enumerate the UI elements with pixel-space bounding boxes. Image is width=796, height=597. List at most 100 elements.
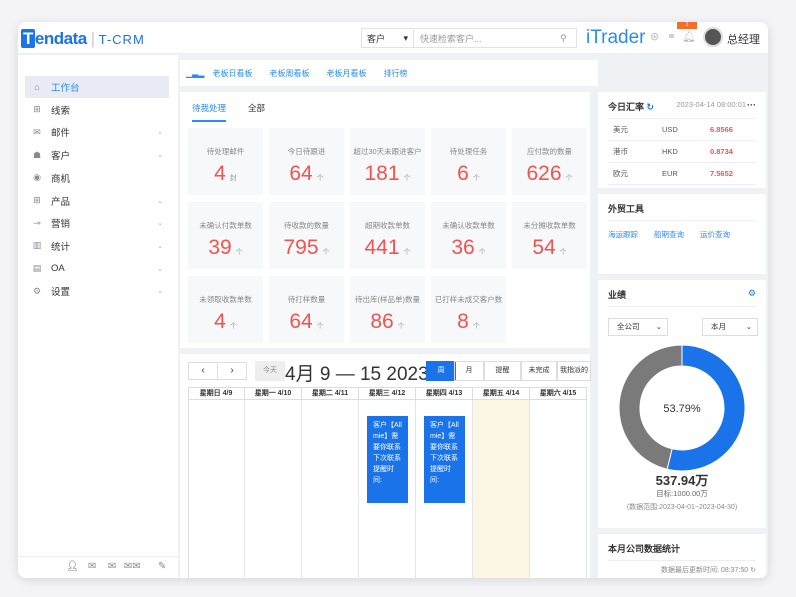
stat-value: 441 bbox=[364, 236, 400, 259]
stat-label: 待收款的数量 bbox=[284, 221, 329, 230]
sidebar-item-1[interactable]: ⊞ 线索 bbox=[25, 99, 169, 121]
tab-ranking[interactable]: 排行榜 bbox=[383, 68, 407, 79]
sidebar-item-5[interactable]: ⊞ 产品 ⌄ bbox=[25, 190, 169, 212]
calendar-event[interactable]: 客户【Allmie】需要你联系 下次联系提醒时间: bbox=[367, 416, 408, 503]
user-icon[interactable]: 👤︎ bbox=[66, 561, 79, 572]
sidebar-item-label: OA bbox=[51, 263, 65, 275]
tool-link-shipping-track[interactable]: 海运跟踪 bbox=[608, 229, 638, 240]
stat-card[interactable]: 待收款的数量 795 个 bbox=[269, 202, 344, 269]
sidebar-item-9[interactable]: ⚙ 设置 ⌄ bbox=[25, 280, 169, 302]
stat-label: 待打样数量 bbox=[287, 295, 326, 304]
day-column[interactable] bbox=[473, 400, 530, 578]
avatar[interactable] bbox=[703, 27, 723, 47]
stat-label: 超期收款单数 bbox=[365, 221, 410, 230]
tab-my-pending[interactable]: 待我处理 bbox=[192, 102, 227, 122]
today-button[interactable]: 今天 bbox=[255, 361, 285, 381]
opportunity-icon: ◉ bbox=[33, 172, 41, 183]
stat-card[interactable]: 未分摊收款单数 54 个 bbox=[512, 202, 587, 269]
stat-label: 未确认收款单数 bbox=[442, 221, 495, 230]
performance-amount: 537.94万 bbox=[655, 473, 709, 488]
stat-card[interactable]: 待处理邮件 4 封 bbox=[188, 128, 263, 195]
day-header: 星期二 4/11 bbox=[302, 387, 359, 400]
tool-link-schedule[interactable]: 船期查询 bbox=[654, 229, 684, 240]
chevron-down-icon: ⌄ bbox=[655, 322, 662, 331]
chevron-down-icon: ⌄ bbox=[157, 197, 163, 205]
day-column[interactable] bbox=[530, 400, 587, 578]
sidebar-item-4[interactable]: ◉ 商机 bbox=[25, 167, 169, 189]
view-button[interactable]: 月 bbox=[454, 361, 484, 381]
sidebar-item-7[interactable]: ▥ 统计 ⌄ bbox=[25, 235, 169, 257]
stat-card[interactable]: 应付款的数量 626 个 bbox=[512, 128, 587, 195]
inbox-icon[interactable]: ✉ bbox=[108, 561, 116, 572]
user-name[interactable]: 总经理 bbox=[727, 31, 760, 47]
view-button[interactable]: 我指派的 bbox=[557, 361, 591, 381]
brand-itrader[interactable]: iTrader bbox=[586, 27, 645, 49]
refresh-icon[interactable]: ↻ bbox=[647, 102, 655, 112]
sidebar-item-8[interactable]: ▤ OA ⌄ bbox=[25, 258, 169, 280]
search-scope-select[interactable]: 客户 ▾ bbox=[362, 29, 414, 47]
search-icon[interactable]: ⚲ bbox=[560, 33, 576, 44]
stat-label: 未领取收款单数 bbox=[199, 295, 252, 304]
stat-card[interactable]: 超过30天未跟进客户 181 个 bbox=[350, 128, 425, 195]
view-button[interactable]: 提醒 bbox=[484, 361, 521, 381]
day-column[interactable] bbox=[245, 400, 302, 578]
gear-icon[interactable]: ⚙ bbox=[748, 288, 756, 299]
stat-card[interactable]: 待打样数量 64 个 bbox=[269, 276, 344, 343]
rates-title: 今日汇率 bbox=[608, 102, 645, 112]
day-header: 星期一 4/10 bbox=[245, 387, 302, 400]
currency-rate: 7.5652 bbox=[710, 169, 733, 178]
calendar-event[interactable]: 客户【Allmie】需要你联系 下次联系提醒时间: bbox=[424, 416, 465, 503]
chevron-down-icon: ⌄ bbox=[745, 322, 752, 331]
link-icon[interactable]: ⚭ bbox=[667, 30, 676, 43]
stat-value: 8 bbox=[457, 310, 469, 333]
day-header: 星期日 4/9 bbox=[188, 387, 245, 400]
stat-card[interactable]: 待出库(样品单)数量 86 个 bbox=[350, 276, 425, 343]
header: Tendata | T-CRM 客户 ▾ 快速检索客户... ⚲ iTrader ⊛ … bbox=[18, 22, 768, 54]
sidebar-item-2[interactable]: ✉ 邮件 ⌄ bbox=[25, 121, 169, 143]
stat-card[interactable]: 已打样未成交客户数 8 个 bbox=[431, 276, 506, 343]
stat-label: 未分摊收款单数 bbox=[523, 221, 576, 230]
tab-all[interactable]: 全部 bbox=[248, 102, 265, 122]
marketing-icon: ⊸ bbox=[33, 217, 41, 228]
compose-mail-icon[interactable]: ✎ bbox=[158, 561, 166, 572]
stat-card[interactable]: 今日待跟进 64 个 bbox=[269, 128, 344, 195]
refresh-icon[interactable]: ↻ bbox=[750, 567, 756, 574]
stat-card[interactable]: 未领取收款单数 4 个 bbox=[188, 276, 263, 343]
sidebar: 👤︎ ✉ ✉ ✉✉ ✎ ⌂ 工作台 ⊞ 线索 ✉ 邮件 ⌄ ☗ 客户 ⌄ ◉ 商机 ⊞ 产品 ⌄ ⊸ 营销 ⌄ ▥ 统… bbox=[18, 55, 178, 578]
stat-unit: 个 bbox=[403, 175, 411, 182]
scope-value: 全公司 bbox=[617, 322, 640, 331]
search-input[interactable]: 快速检索客户... bbox=[414, 32, 560, 45]
app-window: Tendata | T-CRM 客户 ▾ 快速检索客户... ⚲ iTrader ⊛ … bbox=[18, 22, 768, 578]
openai-icon[interactable]: ⊛ bbox=[650, 30, 659, 43]
sidebar-item-label: 工作台 bbox=[51, 83, 80, 94]
day-header: 星期三 4/12 bbox=[359, 387, 416, 400]
tab-monthly-board[interactable]: 老板月看板 bbox=[326, 68, 366, 79]
day-column[interactable] bbox=[302, 400, 359, 578]
inbox-icon[interactable]: ✉ bbox=[88, 561, 96, 572]
prev-week-button[interactable]: ‹ bbox=[188, 362, 218, 380]
day-column[interactable] bbox=[188, 400, 245, 578]
more-icon[interactable]: ··· bbox=[747, 100, 756, 110]
sidebar-item-label: 营销 bbox=[51, 219, 71, 231]
view-button[interactable]: 未完成 bbox=[521, 361, 557, 381]
stat-card[interactable]: 待处理任务 6 个 bbox=[431, 128, 506, 195]
scope-select[interactable]: 全公司 ⌄ bbox=[608, 318, 668, 336]
bell-icon[interactable]: 🔔︎ bbox=[682, 30, 696, 43]
sidebar-item-0[interactable]: ⌂ 工作台 bbox=[25, 76, 169, 98]
sidebar-item-6[interactable]: ⊸ 营销 ⌄ bbox=[25, 212, 169, 234]
sidebar-item-3[interactable]: ☗ 客户 ⌄ bbox=[25, 144, 169, 166]
inbox-icon[interactable]: ✉✉ bbox=[124, 561, 141, 572]
tab-daily-board[interactable]: 老板日看板 bbox=[212, 68, 252, 79]
period-select[interactable]: 本月 ⌄ bbox=[702, 318, 758, 336]
logo[interactable]: Tendata | T-CRM bbox=[21, 29, 145, 49]
currency-name: 港币 bbox=[613, 147, 628, 156]
performance-panel: 业绩 ⚙ 全公司 ⌄ 本月 ⌄ 53.79% 537.94万 目标:1000.00万 … bbox=[598, 280, 766, 528]
calendar: ‹ › 今天 4月 9 — 15 2023 周月提醒 未完成 我指派的 星期日 4/9… bbox=[180, 354, 591, 578]
stat-card[interactable]: 未确认付款单数 39 个 bbox=[188, 202, 263, 269]
tool-link-freight[interactable]: 运价查询 bbox=[700, 229, 730, 240]
view-button[interactable]: 周 bbox=[426, 361, 456, 381]
tab-weekly-board[interactable]: 老板周看板 bbox=[269, 68, 309, 79]
stat-card[interactable]: 未确认收款单数 36 个 bbox=[431, 202, 506, 269]
next-week-button[interactable]: › bbox=[217, 362, 247, 380]
stat-card[interactable]: 超期收款单数 441 个 bbox=[350, 202, 425, 269]
